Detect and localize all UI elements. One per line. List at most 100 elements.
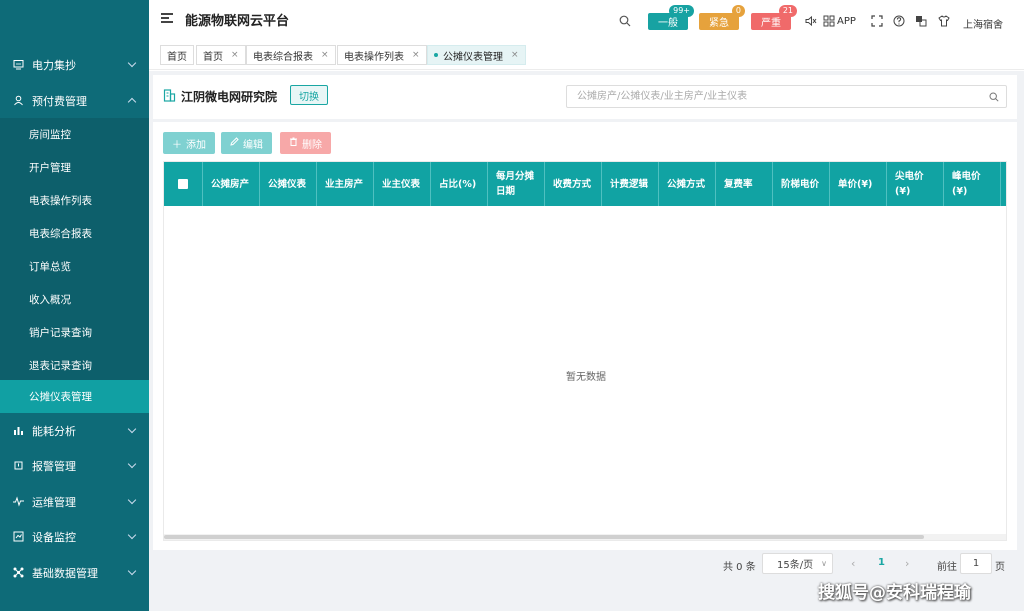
sidebar-sub-label: 电表综合报表: [29, 228, 92, 240]
close-icon[interactable]: ×: [412, 50, 420, 60]
close-icon[interactable]: ×: [511, 50, 519, 60]
column-header[interactable]: 单价(¥): [830, 162, 887, 206]
translate-icon[interactable]: [915, 15, 927, 27]
column-header[interactable]: 计费逻辑: [602, 162, 659, 206]
alarm-icon: [12, 460, 24, 472]
user-name[interactable]: 上海宿舍: [963, 16, 1003, 31]
app-grid-icon[interactable]: [823, 15, 835, 27]
sidebar-sub-return-records[interactable]: 退表记录查询: [0, 349, 149, 382]
tab-home[interactable]: 首页 ×: [196, 45, 246, 65]
sidebar-sub-income-overview[interactable]: 收入概况: [0, 283, 149, 316]
org-name: 江阴微电网研究院: [181, 90, 278, 104]
sidebar-sub-close-records[interactable]: 销户记录查询: [0, 316, 149, 349]
sidebar-item-prepaid[interactable]: 预付费管理: [0, 84, 149, 117]
app-link[interactable]: APP: [837, 16, 856, 27]
network-icon: [12, 567, 24, 579]
column-header[interactable]: 公摊房产: [203, 162, 260, 206]
select-all-checkbox[interactable]: [178, 179, 188, 189]
alert-count-badge: 0: [731, 5, 745, 17]
pagination-total: 共 0 条: [723, 562, 756, 573]
sidebar-sub-label: 公摊仪表管理: [29, 391, 92, 403]
edit-button[interactable]: 编辑: [221, 132, 272, 154]
tab-shared-meter[interactable]: 公摊仪表管理 ×: [427, 45, 526, 65]
alert-general-button[interactable]: 一般 99+: [648, 5, 694, 30]
sidebar-item-energy-analysis[interactable]: 能耗分析: [0, 414, 149, 447]
alert-label: 紧急: [709, 18, 729, 29]
page-number-current[interactable]: 1: [878, 557, 885, 568]
column-header[interactable]: 占比(%): [431, 162, 488, 206]
alert-severe-button[interactable]: 严重 21: [751, 5, 797, 30]
table-card: ＋ 添加 编辑 删除 公摊房产 公摊仪表 业主房产 业主仪表 占比(%) 每月分…: [153, 122, 1017, 550]
scrollbar-thumb[interactable]: [164, 535, 924, 539]
prev-page-icon[interactable]: ‹: [851, 557, 855, 570]
chart-icon: [12, 425, 24, 437]
sidebar-sub-label: 开户管理: [29, 162, 71, 174]
column-header[interactable]: 每月分摊日期: [488, 162, 545, 206]
column-header[interactable]: 峰电价(¥): [944, 162, 1001, 206]
chevron-down-icon: [127, 495, 137, 505]
next-page-icon[interactable]: ›: [905, 557, 909, 570]
sidebar-item-alarm[interactable]: 报警管理: [0, 449, 149, 482]
sidebar-item-label: 运维管理: [32, 495, 76, 509]
sidebar-sub-meter-operations[interactable]: 电表操作列表: [0, 184, 149, 217]
user-icon: [12, 95, 24, 107]
sidebar-sub-account-open[interactable]: 开户管理: [0, 151, 149, 184]
sidebar-sub-label: 销户记录查询: [29, 327, 92, 339]
sidebar-item-label: 预付费管理: [32, 94, 87, 108]
close-icon[interactable]: ×: [321, 50, 329, 60]
alert-label: 严重: [761, 18, 781, 29]
alert-urgent-button[interactable]: 紧急 0: [699, 5, 745, 30]
column-header[interactable]: 公摊方式: [659, 162, 716, 206]
goto-page-input[interactable]: [960, 553, 992, 574]
sidebar-sub-label: 收入概况: [29, 294, 71, 306]
column-header[interactable]: 业主房产: [317, 162, 374, 206]
column-header[interactable]: 收费方式: [545, 162, 602, 206]
add-button[interactable]: ＋ 添加: [163, 132, 215, 154]
sidebar-sub-label: 电表操作列表: [29, 195, 92, 207]
select-all-column: [164, 162, 203, 206]
search-icon[interactable]: [619, 15, 631, 30]
search-icon[interactable]: [989, 92, 999, 105]
mute-icon[interactable]: [805, 15, 817, 27]
tab-meter-report[interactable]: 电表综合报表 ×: [246, 45, 336, 65]
alert-count-badge: 21: [778, 5, 797, 17]
watermark-text: 搜狐号@安科瑞程瑜: [818, 583, 971, 603]
sidebar-item-operations[interactable]: 运维管理: [0, 485, 149, 518]
column-header[interactable]: 复费率: [716, 162, 773, 206]
sidebar: 电力集抄 预付费管理 房间监控 开户管理 电表操作列表 电表综合报表 订单总览 …: [0, 0, 149, 611]
column-header[interactable]: 阶梯电价: [773, 162, 830, 206]
column-header[interactable]: 尖电价(¥): [887, 162, 944, 206]
chevron-down-icon: [127, 530, 137, 540]
page-size-select[interactable]: 15条/页 ∨: [762, 553, 833, 574]
tab-home-fixed[interactable]: 首页: [160, 45, 194, 65]
skin-shirt-icon[interactable]: [938, 15, 950, 27]
tab-meter-operations[interactable]: 电表操作列表 ×: [337, 45, 427, 65]
menu-toggle-icon[interactable]: [161, 13, 173, 23]
button-label: 添加: [186, 139, 206, 151]
button-label: 编辑: [243, 139, 263, 151]
chevron-down-icon: [127, 459, 137, 469]
tab-bar: 首页 首页 × 电表综合报表 × 电表操作列表 × 公摊仪表管理 ×: [149, 40, 1024, 70]
sidebar-sub-shared-meter[interactable]: 公摊仪表管理: [0, 380, 149, 413]
sidebar-item-power-reading[interactable]: 电力集抄: [0, 48, 149, 81]
sidebar-sub-room-monitor[interactable]: 房间监控: [0, 118, 149, 151]
sidebar-sub-order-overview[interactable]: 订单总览: [0, 250, 149, 283]
column-header[interactable]: 公摊仪表: [260, 162, 317, 206]
sidebar-item-label: 基础数据管理: [32, 566, 98, 580]
delete-button[interactable]: 删除: [280, 132, 331, 154]
sidebar-sub-meter-report[interactable]: 电表综合报表: [0, 217, 149, 250]
horizontal-scrollbar[interactable]: [164, 534, 1006, 540]
building-icon: [163, 89, 176, 105]
search-input[interactable]: [566, 85, 1007, 108]
sidebar-item-device-monitor[interactable]: 设备监控: [0, 520, 149, 553]
switch-org-button[interactable]: 切换: [290, 85, 328, 105]
org-header-card: 江阴微电网研究院 切换: [153, 75, 1017, 119]
fullscreen-icon[interactable]: [871, 15, 883, 27]
goto-label: 前往: [937, 562, 957, 573]
column-header[interactable]: 业主仪表: [374, 162, 431, 206]
close-icon[interactable]: ×: [231, 50, 239, 60]
empty-state-text: 暂无数据: [566, 372, 606, 383]
sidebar-item-base-data[interactable]: 基础数据管理: [0, 556, 149, 589]
tab-label: 电表操作列表: [344, 51, 404, 63]
help-icon[interactable]: [893, 15, 905, 27]
